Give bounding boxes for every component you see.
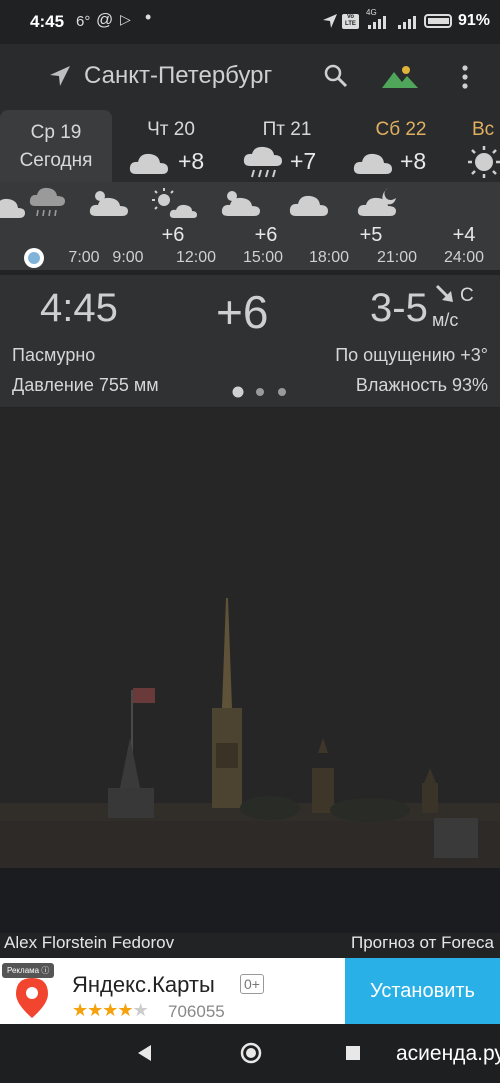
- status-time: 4:45: [30, 12, 65, 31]
- day-label: Сб 22: [375, 119, 427, 140]
- cloud-rain-icon: [243, 146, 282, 178]
- day-label: Ср 19: [30, 122, 82, 143]
- signal-icon-1: [366, 14, 386, 35]
- day-label: Пт 21: [262, 119, 312, 140]
- hour-temp: +4: [452, 224, 476, 246]
- hour-time: 12:00: [175, 249, 217, 266]
- battery-percent: 91%: [458, 12, 491, 29]
- cloud-icon: [0, 198, 25, 218]
- watermark: асиенда.ру: [396, 1042, 500, 1065]
- star-icon: ★: [87, 1000, 103, 1020]
- signal-icon-2: [396, 14, 416, 35]
- wind-speed: 3-5: [370, 286, 428, 330]
- current-time-marker: [24, 248, 44, 268]
- pressure: Давление 755 мм: [12, 375, 159, 395]
- cloud-icon: [353, 153, 392, 174]
- tab-day-today[interactable]: Ср 19 Сегодня: [0, 110, 112, 182]
- star-icon: ★: [72, 1000, 88, 1020]
- rating-count: 706055: [168, 1002, 225, 1021]
- cloud-icon: [129, 153, 168, 174]
- condition-text: Пасмурно: [12, 345, 96, 365]
- photo-credit[interactable]: Alex Florstein Fedorov: [4, 933, 174, 953]
- sun-cloud-icon: [152, 188, 197, 218]
- location-arrow-icon[interactable]: [48, 64, 72, 93]
- search-icon[interactable]: [323, 63, 349, 94]
- tab-day-sat[interactable]: Сб 22 +8: [348, 110, 454, 182]
- day-temp: +7: [290, 148, 317, 174]
- partly-cloudy-icon: [89, 191, 128, 216]
- flag: [133, 688, 155, 703]
- day-label: Вс: [472, 119, 495, 140]
- age-rating: 0+: [240, 974, 264, 994]
- tab-day-thu[interactable]: Чт 20 +8: [118, 110, 224, 182]
- background-photo: [0, 408, 500, 933]
- day-sublabel: Сегодня: [19, 150, 93, 171]
- cloud-icon: [289, 195, 328, 216]
- dot-icon: •: [145, 7, 152, 27]
- location-status-icon: [322, 13, 338, 34]
- wind-unit: м/с: [432, 310, 459, 330]
- battery-icon: [424, 14, 452, 28]
- hour-time: 15:00: [242, 249, 284, 266]
- hour-time: 24:00: [443, 249, 485, 266]
- recents-icon[interactable]: [345, 1045, 361, 1061]
- rating-stars: ★★★★★: [72, 1000, 149, 1021]
- wind-direction: С: [460, 285, 474, 306]
- home-icon[interactable]: [240, 1042, 262, 1064]
- back-icon[interactable]: [136, 1044, 154, 1062]
- hour-time: 9:00: [112, 249, 144, 266]
- ad-app-name: Яндекс.Карты: [72, 972, 215, 997]
- hour-temp: +6: [254, 224, 278, 246]
- wind-direction-arrow-icon: [435, 284, 453, 302]
- tab-day-fri[interactable]: Пт 21 +7: [232, 110, 342, 182]
- day-temp: +8: [400, 148, 427, 174]
- yandex-maps-logo-icon: [16, 978, 48, 1018]
- star-icon: ★: [117, 1000, 133, 1020]
- star-icon: ★: [102, 1000, 118, 1020]
- current-time: 4:45: [40, 286, 118, 330]
- city-name[interactable]: Санкт-Петербург: [84, 62, 272, 90]
- cloud-rain-icon: [29, 187, 65, 217]
- install-button[interactable]: Установить: [345, 958, 500, 1024]
- play-icon: ▷: [120, 11, 131, 27]
- feels-like: По ощущению +3°: [335, 345, 488, 365]
- hour-time: 18:00: [308, 249, 350, 266]
- ad-badge-label: Реклама: [7, 966, 40, 975]
- partly-cloudy-icon: [221, 191, 260, 216]
- hour-temp: +6: [161, 224, 185, 246]
- status-temp: 6°: [76, 13, 91, 30]
- more-vert-icon[interactable]: [458, 64, 472, 95]
- humidity: Влажность 93%: [355, 375, 488, 395]
- current-temp: +6: [216, 286, 269, 338]
- star-icon: ★: [132, 1000, 149, 1020]
- sun-icon: [468, 146, 500, 178]
- hour-time: 21:00: [376, 249, 418, 266]
- day-label: Чт 20: [147, 119, 195, 140]
- day-temp: +8: [178, 148, 205, 174]
- forecast-source[interactable]: Прогноз от Foreca: [351, 933, 494, 953]
- tab-day-sun[interactable]: Вс: [462, 110, 500, 182]
- at-icon: @: [96, 10, 114, 29]
- volte-icon: Vo LTE: [342, 14, 359, 29]
- night-cloud-icon: [357, 188, 396, 216]
- hour-temp: +5: [359, 224, 383, 246]
- landscape-icon[interactable]: [380, 62, 420, 95]
- page-indicator: [232, 385, 292, 403]
- info-icon: ⓘ: [41, 966, 50, 975]
